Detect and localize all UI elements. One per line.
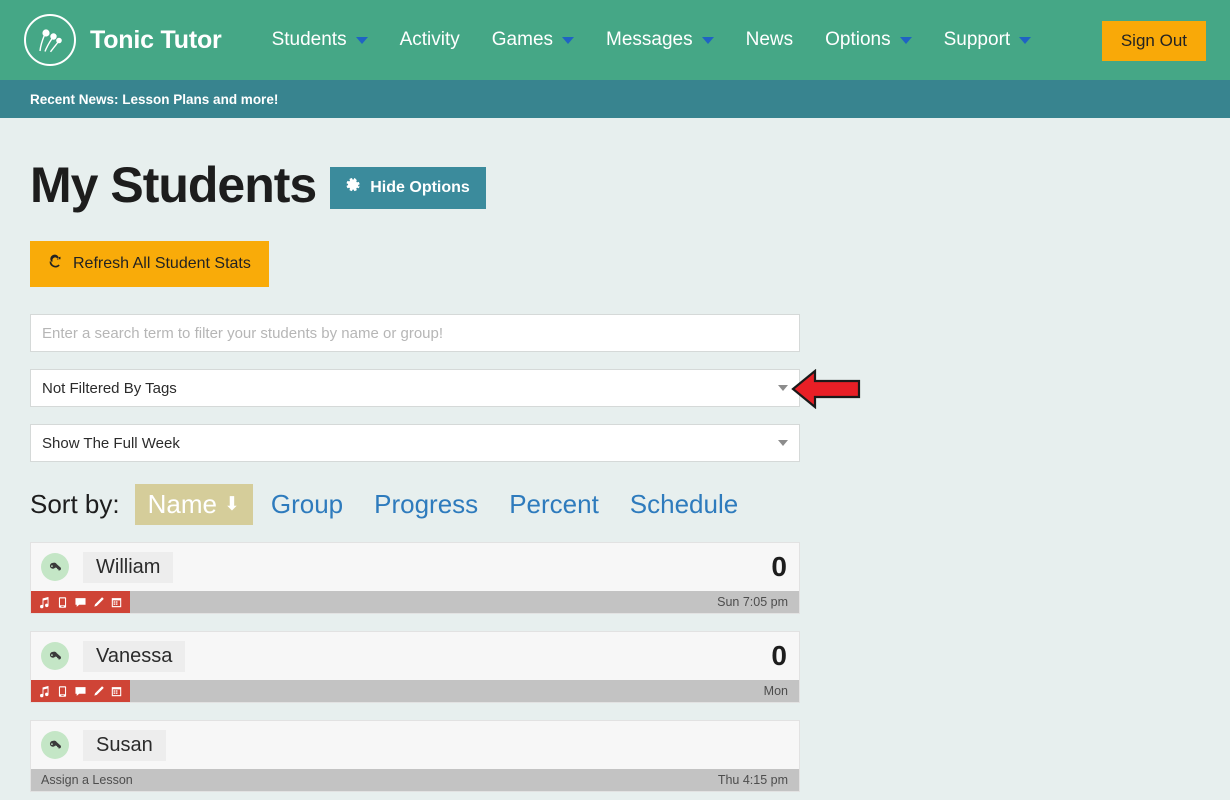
- sort-option-group[interactable]: Group: [258, 484, 356, 525]
- page-header: My Students Hide Options: [30, 118, 1200, 210]
- sort-option-label: Name: [147, 489, 217, 519]
- nav-item-messages[interactable]: Messages: [590, 29, 730, 51]
- student-row-footer: Mon: [31, 680, 799, 702]
- sort-option-name[interactable]: Name ⬇: [134, 484, 253, 525]
- student-timestamp: Sun 7:05 pm: [717, 595, 788, 609]
- mobile-icon[interactable]: [56, 685, 69, 698]
- chevron-down-icon: [899, 36, 912, 44]
- main-nav: Students Activity Games Messages News Op…: [256, 29, 1048, 51]
- hide-options-button[interactable]: Hide Options: [330, 167, 486, 209]
- nav-item-activity[interactable]: Activity: [384, 29, 476, 51]
- sort-bar: Sort by: Name ⬇ Group Progress Percent S…: [30, 484, 1200, 525]
- key-icon[interactable]: [41, 642, 69, 670]
- nav-label: Messages: [606, 29, 693, 50]
- pencil-icon[interactable]: [92, 596, 105, 609]
- calendar-icon[interactable]: [110, 596, 123, 609]
- chevron-down-icon: [778, 440, 788, 446]
- student-row-header: William 0: [31, 543, 799, 591]
- page-title: My Students: [30, 157, 317, 213]
- student-name[interactable]: Susan: [83, 729, 166, 761]
- search-placeholder-text: Enter a search term to filter your stude…: [42, 324, 444, 342]
- sort-option-schedule[interactable]: Schedule: [617, 484, 751, 525]
- nav-label: Options: [825, 29, 891, 50]
- tags-filter-select[interactable]: Not Filtered By Tags: [30, 369, 800, 407]
- student-action-bar: [31, 591, 130, 613]
- assign-a-lesson-link[interactable]: Assign a Lesson: [31, 773, 133, 787]
- sign-out-button[interactable]: Sign Out: [1101, 21, 1206, 61]
- refresh-icon: [48, 254, 63, 274]
- nav-item-games[interactable]: Games: [476, 29, 590, 51]
- refresh-label: Refresh All Student Stats: [73, 255, 251, 272]
- student-row-header: Vanessa 0: [31, 632, 799, 680]
- student-timestamp: Mon: [763, 684, 788, 698]
- key-icon[interactable]: [41, 731, 69, 759]
- pencil-icon[interactable]: [92, 685, 105, 698]
- student-name[interactable]: Vanessa: [83, 640, 186, 672]
- chevron-down-icon: [778, 385, 788, 391]
- comment-icon[interactable]: [74, 596, 87, 609]
- chevron-down-icon: [701, 36, 714, 44]
- student-row-footer: Sun 7:05 pm: [31, 591, 799, 613]
- nav-label: Students: [271, 29, 347, 50]
- student-card[interactable]: Vanessa 0 Mon: [30, 631, 800, 703]
- chevron-down-icon: [562, 36, 575, 44]
- sort-option-progress[interactable]: Progress: [361, 484, 491, 525]
- chevron-down-icon: [1019, 36, 1032, 44]
- student-row-header: Susan: [31, 721, 799, 769]
- calendar-icon[interactable]: [110, 685, 123, 698]
- music-note-icon[interactable]: [38, 596, 51, 609]
- news-banner-text: Recent News: Lesson Plans and more!: [30, 91, 279, 107]
- brand-name: Tonic Tutor: [90, 25, 222, 54]
- chevron-down-icon: [355, 36, 368, 44]
- nav-label: Activity: [399, 29, 460, 50]
- music-note-icon[interactable]: [38, 685, 51, 698]
- main-content: My Students Hide Options Refresh All Stu…: [0, 118, 1230, 792]
- nav-label: Support: [943, 29, 1011, 50]
- sort-option-percent[interactable]: Percent: [496, 484, 612, 525]
- student-row-footer: Assign a Lesson Thu 4:15 pm: [31, 769, 799, 791]
- student-count: 0: [771, 551, 787, 582]
- hide-options-label: Hide Options: [370, 179, 470, 196]
- mobile-icon[interactable]: [56, 596, 69, 609]
- sort-direction-arrow-icon: ⬇: [223, 494, 240, 515]
- student-card[interactable]: Susan Assign a Lesson Thu 4:15 pm: [30, 720, 800, 792]
- student-count: 0: [771, 640, 787, 671]
- student-timestamp: Thu 4:15 pm: [717, 773, 788, 787]
- student-card[interactable]: William 0 Sun 7:05 pm: [30, 542, 800, 614]
- week-range-value: Show The Full Week: [42, 434, 180, 452]
- news-banner[interactable]: Recent News: Lesson Plans and more!: [0, 80, 1230, 118]
- student-action-bar: [31, 680, 130, 702]
- sort-by-label: Sort by:: [30, 489, 120, 519]
- comment-icon[interactable]: [74, 685, 87, 698]
- gear-icon: [346, 178, 361, 198]
- nav-item-support[interactable]: Support: [928, 29, 1048, 51]
- tonic-tutor-logo-icon: [24, 14, 76, 66]
- student-name[interactable]: William: [83, 551, 174, 583]
- nav-label: News: [745, 29, 794, 50]
- student-list: William 0 Sun 7:05 pm Vanessa 0 Mon Susa…: [30, 542, 1200, 792]
- nav-label: Games: [491, 29, 554, 50]
- nav-item-options[interactable]: Options: [809, 29, 927, 51]
- refresh-all-student-stats-button[interactable]: Refresh All Student Stats: [30, 241, 269, 287]
- key-icon[interactable]: [41, 553, 69, 581]
- week-range-select[interactable]: Show The Full Week: [30, 424, 800, 462]
- student-search-input[interactable]: Enter a search term to filter your stude…: [30, 314, 800, 352]
- nav-item-news[interactable]: News: [730, 29, 810, 51]
- top-navbar: Tonic Tutor Students Activity Games Mess…: [0, 0, 1230, 80]
- tags-filter-value: Not Filtered By Tags: [42, 379, 177, 397]
- brand-group[interactable]: Tonic Tutor: [24, 14, 222, 66]
- nav-item-students[interactable]: Students: [256, 29, 384, 51]
